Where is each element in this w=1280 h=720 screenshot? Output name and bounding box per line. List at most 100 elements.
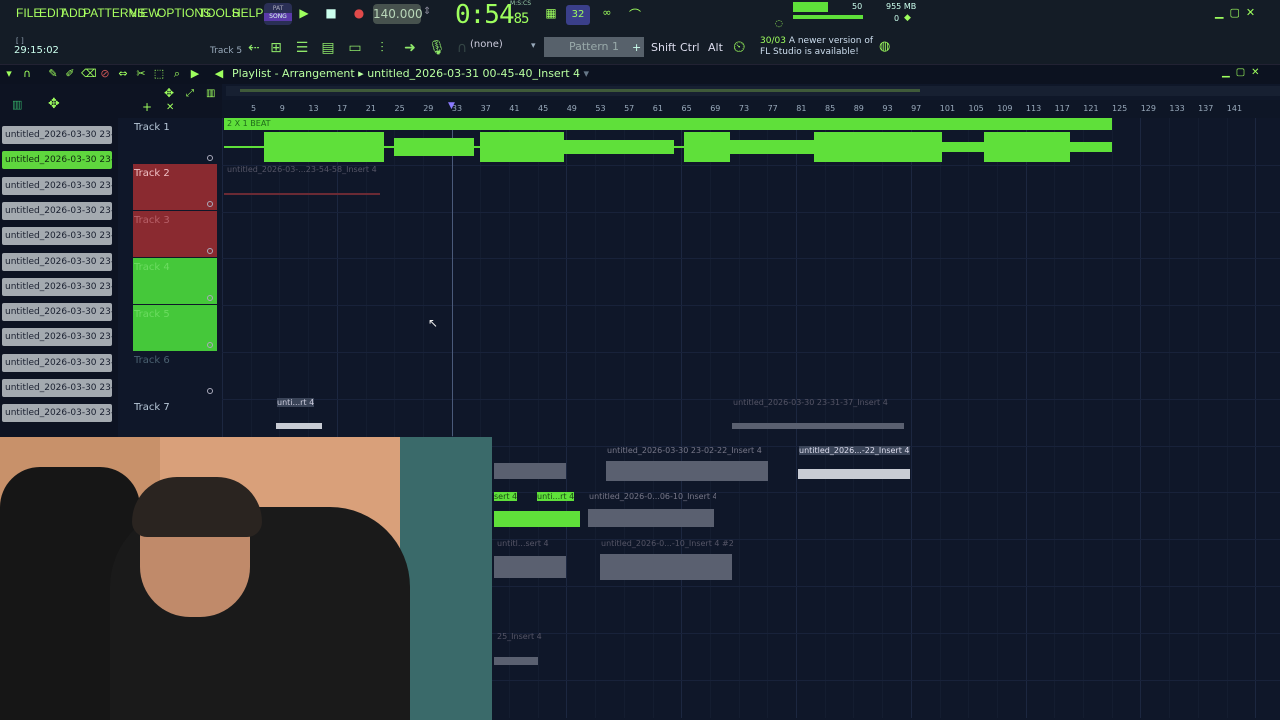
maximize-icon[interactable]: ▢ [1229, 6, 1245, 19]
magnet-icon[interactable]: ∩ [20, 67, 34, 81]
track-toggle-icon[interactable] [207, 342, 213, 348]
clip-track7b[interactable]: untitled_2026-03-30 23-31-37_Insert 4 [730, 397, 906, 435]
minimize-icon[interactable]: ▁ [1215, 6, 1229, 19]
menu-view[interactable]: VIEW [129, 6, 160, 20]
playhead-marker-icon[interactable]: ▼ [448, 101, 458, 111]
picker-move-icon[interactable]: ✥ [48, 96, 60, 112]
playlist-close-icon[interactable]: ✕ [1251, 67, 1265, 78]
track-toggle-icon[interactable] [207, 248, 213, 254]
track-toggle-icon[interactable] [207, 295, 213, 301]
channel-rack-icon[interactable]: ☰ [292, 38, 312, 58]
master-volume-knob-icon[interactable]: ◌ [775, 19, 783, 29]
picker-clip-item[interactable]: untitled_2026-03-30 23-... [2, 227, 112, 246]
grid-line [681, 118, 683, 718]
play-icon[interactable]: ▶ [293, 6, 315, 24]
clip-row10a[interactable]: untitl...sert 4 [494, 538, 568, 580]
move-tool-icon[interactable]: ✥ [164, 86, 174, 100]
scroll-arrow-icon[interactable]: ◀ [212, 67, 226, 81]
clock-frac: 85 [513, 11, 530, 27]
picker-clip-item[interactable]: untitled_2026-03-30 23-... [2, 404, 112, 423]
zoom-icon[interactable]: ⌕ [170, 67, 184, 81]
ctrl-key[interactable]: Ctrl [680, 41, 700, 54]
track-header-2[interactable]: Track 2 [133, 164, 217, 210]
close-icon[interactable]: ✕ [1246, 6, 1261, 19]
clip-row9c-wave [588, 509, 714, 527]
menu-help[interactable]: HELP [232, 6, 263, 20]
microphone-icon[interactable]: 🎙 [427, 38, 447, 58]
picker-clip-item[interactable]: untitled_2026-03-30 23-... [2, 328, 112, 347]
picker-clip-item[interactable]: untitled_2026-03-30 23-... [2, 379, 112, 397]
remove-track-icon[interactable]: ✕ [166, 102, 174, 113]
delete-icon[interactable]: ⌫ [81, 67, 97, 81]
stretch-icon[interactable]: ⤢ [186, 88, 194, 99]
snap-icon[interactable]: ⇠ [244, 38, 264, 58]
track-header-4[interactable]: Track 4 [133, 258, 217, 304]
track-header-6[interactable]: Track 6 [133, 351, 217, 397]
slip-icon[interactable]: ⇔ [116, 67, 130, 81]
pattern-selector[interactable]: Pattern 1 [544, 37, 644, 57]
picker-clip-item[interactable]: untitled_2026-03-30 23-... [2, 151, 112, 170]
mixer-icon[interactable]: ⫶ [372, 38, 392, 58]
countdown-icon[interactable]: ⌒ [624, 6, 646, 24]
slice-icon[interactable]: ✂ [134, 67, 148, 81]
title-dropdown-icon[interactable]: ▾ [584, 67, 590, 80]
globe-icon[interactable]: ◍ [879, 39, 890, 54]
picker-clip-item[interactable]: untitled_2026-03-30 23-... [2, 201, 112, 220]
playlist-minimize-icon[interactable]: ▁ [1222, 67, 1236, 78]
track-toggle-icon[interactable] [207, 201, 213, 207]
paint-icon[interactable]: ✐ [63, 67, 77, 81]
track-toggle-icon[interactable] [207, 388, 213, 394]
track-toggle-icon[interactable] [207, 155, 213, 161]
picker-pattern-icon[interactable]: ▥ [12, 98, 22, 111]
track-header-5[interactable]: Track 5 [133, 305, 217, 351]
clip-row11[interactable]: 25_Insert 4 [494, 631, 554, 673]
news-panel[interactable]: 30/03 A newer version of FL Studio is av… [760, 36, 880, 58]
tempo-display[interactable]: 140.000 [373, 4, 423, 24]
record-icon[interactable]: ● [348, 6, 370, 24]
picker-clip-item[interactable]: untitled_2026-03-30 23-... [2, 126, 112, 144]
options-arrow-icon[interactable]: ▾ [2, 67, 16, 81]
picker-clip-item[interactable]: untitled_2026-03-30 23-... [2, 353, 112, 372]
playlist-icon[interactable]: ⊞ [266, 38, 286, 58]
shift-key[interactable]: Shift [651, 41, 676, 54]
pattern-icon[interactable]: ▥ [206, 88, 215, 99]
mute-icon[interactable]: ⊘ [98, 67, 112, 81]
clip-row8-left[interactable] [494, 445, 566, 487]
track-header-1[interactable]: Track 1 [133, 118, 217, 164]
select-icon[interactable]: ⬚ [152, 67, 166, 81]
clip-row8b[interactable]: untitled_2026...-22_Insert 4 [796, 445, 914, 487]
clip-beat[interactable]: 2 X 1 BEAT [224, 118, 1112, 164]
alt-key[interactable]: Alt [708, 41, 723, 54]
metronome-icon[interactable]: ▦ [540, 6, 562, 24]
clip-track7a[interactable]: unti...rt 4 [274, 397, 324, 435]
clip-row9b[interactable]: unti...rt 4 [534, 491, 584, 505]
news-clock-icon[interactable]: ⏲ [733, 37, 745, 57]
step-size-display[interactable]: 32 [566, 5, 590, 25]
add-track-icon[interactable]: + [142, 100, 152, 114]
track-header-3[interactable]: Track 3 [133, 211, 217, 257]
pat-song-toggle[interactable]: PAT SONG [264, 3, 292, 25]
chevron-down-icon[interactable]: ▾ [531, 41, 536, 51]
clip-row9c[interactable]: untitled_2026-0...06-10_Insert 4 [586, 491, 716, 533]
picker-clip-item[interactable]: untitled_2026-03-30 23-... [2, 176, 112, 195]
piano-roll-icon[interactable]: ▤ [318, 38, 338, 58]
playlist-maximize-icon[interactable]: ▢ [1236, 67, 1251, 78]
pattern-select[interactable]: (none) [470, 39, 525, 55]
tempo-arrows-icon[interactable]: ⇕ [423, 6, 431, 17]
stop-icon[interactable]: ■ [320, 6, 342, 24]
playback-icon[interactable]: ▶ [188, 67, 202, 81]
mouse-cursor-icon: ↖ [428, 316, 439, 330]
clip-row8a[interactable]: untitled_2026-03-30 23-02-22_Insert 4 [604, 445, 770, 487]
draw-icon[interactable]: ✎ [46, 67, 60, 81]
browser-icon[interactable]: ▭ [345, 38, 365, 58]
add-pattern-icon[interactable]: + [632, 41, 641, 54]
menu-file[interactable]: FILE [16, 6, 41, 20]
wait-icon[interactable]: ∞ [596, 6, 618, 24]
plugin-picker-icon[interactable]: ➜ [400, 38, 420, 58]
picker-clip-item[interactable]: untitled_2026-03-30 23-... [2, 277, 112, 296]
clip-track2[interactable]: untitled_2026-03-...23-54-58_Insert 4 [224, 164, 380, 204]
clip-row10b[interactable]: untitled_2026-0...-10_Insert 4 #2 [598, 538, 734, 582]
picker-clip-item[interactable]: untitled_2026-03-30 23-... [2, 303, 112, 322]
overview-thumb[interactable] [240, 89, 920, 92]
picker-clip-item[interactable]: untitled_2026-03-30 23-... [2, 252, 112, 271]
